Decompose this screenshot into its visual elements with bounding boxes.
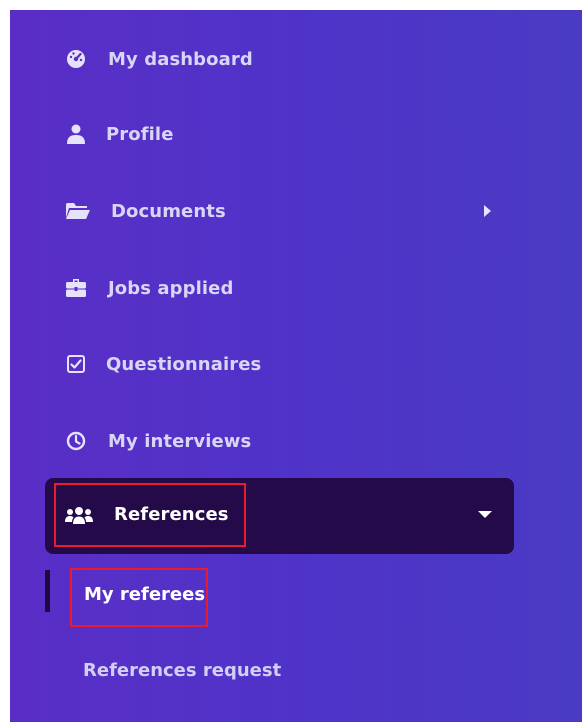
chevron-right-icon [484,205,491,217]
nav-item-my-interviews[interactable]: My interviews [10,419,582,463]
sub-item-label: References request [83,659,282,681]
nav-item-label: Documents [111,200,226,222]
sidebar: My dashboard Profile Documents Jobs appl… [10,10,582,722]
nav-item-label: Profile [106,123,174,145]
briefcase-icon [66,278,86,298]
nav-item-label: References [114,504,229,525]
nav-item-label: My interviews [108,430,252,452]
nav-item-label: Questionnaires [106,353,262,375]
nav-item-my-dashboard[interactable]: My dashboard [10,37,582,81]
nav-item-label: Jobs applied [108,277,234,299]
sub-item-references-request[interactable]: References request [83,652,281,688]
checkbox-icon [66,354,86,374]
sub-item-label: My referees [84,583,206,605]
clock-icon [66,431,86,451]
chevron-down-icon [478,511,492,518]
sub-item-my-referees[interactable]: My referees [84,576,205,612]
nav-item-documents[interactable]: Documents [10,189,582,233]
active-indicator [45,570,50,612]
nav-item-questionnaires[interactable]: Questionnaires [10,342,582,386]
user-icon [66,124,86,144]
dashboard-gauge-icon [66,49,86,69]
nav-item-label: My dashboard [108,48,253,70]
folder-open-icon [66,201,90,221]
nav-item-jobs-applied[interactable]: Jobs applied [10,266,582,310]
users-group-icon [65,506,93,526]
nav-item-profile[interactable]: Profile [10,112,582,156]
nav-item-references[interactable]: References [45,478,514,554]
